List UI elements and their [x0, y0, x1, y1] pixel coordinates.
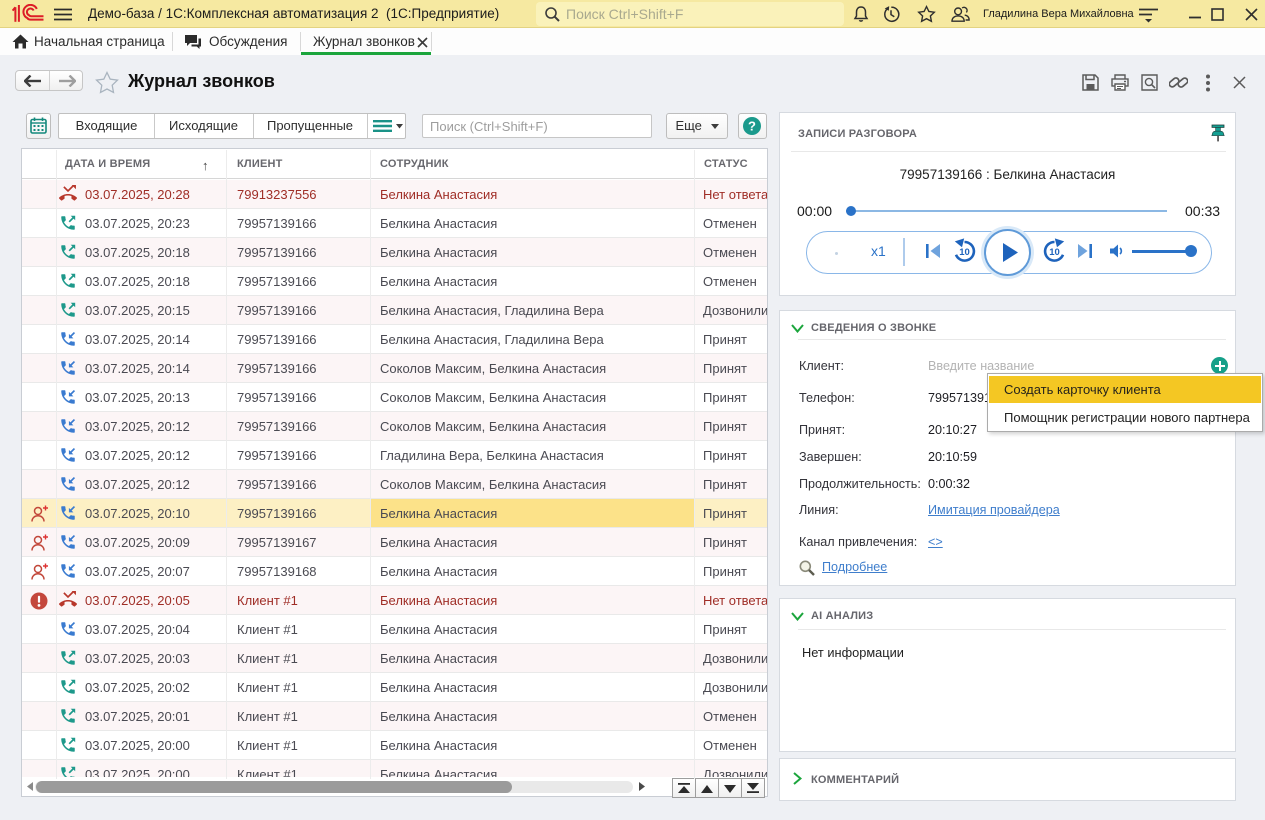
svg-text:10: 10 — [1049, 247, 1060, 258]
svg-text:10: 10 — [959, 247, 970, 258]
svg-text:?: ? — [748, 119, 756, 134]
